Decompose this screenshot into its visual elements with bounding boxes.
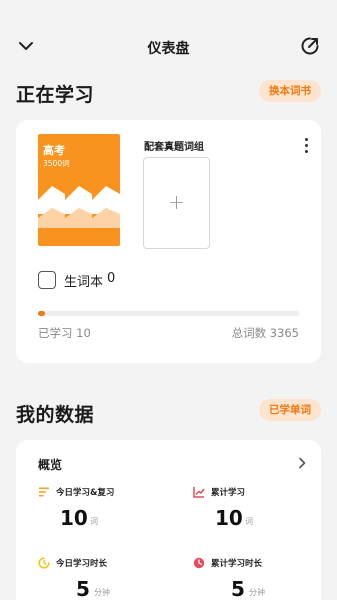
stat-label: 今日学习时长: [56, 559, 108, 569]
share-icon[interactable]: [299, 35, 321, 57]
stat-unit: 词: [90, 517, 98, 526]
stat-value: 10: [60, 506, 88, 530]
stat-value: 5: [76, 577, 90, 600]
study-progress-fill: [38, 311, 45, 316]
clock-icon: [38, 557, 50, 569]
studying-section-title: 正在学习: [16, 84, 95, 106]
stat-unit: 分钟: [249, 588, 265, 597]
combo-title: 配套真题词组: [144, 142, 204, 153]
book-title: 高考: [43, 144, 65, 157]
stat-label: 累计学习时长: [211, 559, 263, 569]
list-icon: [39, 487, 49, 497]
stat-today-study: 今日学习&复习 10 词: [38, 486, 168, 536]
overview-card[interactable]: 概览 今日学习&复习 10 词 累计学习 10 词 今日学习时长 5 分钟 累计…: [16, 440, 321, 600]
stat-total-duration: 累计学习时长 5 分钟: [193, 557, 313, 600]
study-progress-bar: [38, 311, 299, 316]
chevron-right-icon[interactable]: [297, 457, 307, 469]
add-combo-button[interactable]: +: [143, 157, 210, 249]
stat-value: 10: [215, 506, 243, 530]
top-bar: 仪表盘: [0, 30, 337, 64]
overview-title: 概览: [38, 458, 63, 472]
current-book-card: 高考 3500词 配套真题词组 + 生词本 0 已学习 10 总词数 3365: [16, 120, 321, 363]
vocab-book-label[interactable]: 生词本: [64, 271, 103, 290]
learned-words-button[interactable]: 已学单词: [259, 399, 321, 421]
stat-value: 5: [231, 577, 245, 600]
change-book-button[interactable]: 换本词书: [259, 80, 321, 102]
vocab-book-count: 0: [107, 271, 116, 286]
book-cover[interactable]: 高考 3500词: [38, 134, 120, 246]
trend-chart-icon: [193, 487, 205, 498]
stat-unit: 词: [245, 517, 253, 526]
stat-today-duration: 今日学习时长 5 分钟: [38, 557, 168, 600]
stat-label: 累计学习: [211, 488, 246, 498]
total-count: 总词数 3365: [231, 326, 299, 340]
stat-unit: 分钟: [94, 588, 110, 597]
my-data-section-title: 我的数据: [16, 404, 95, 426]
stat-total-study: 累计学习 10 词: [193, 486, 313, 536]
stat-label: 今日学习&复习: [56, 488, 115, 498]
more-vertical-icon[interactable]: [303, 138, 309, 156]
dashboard-page: 仪表盘 正在学习 换本词书 高考 3500词 配套真题词组 + 生词本 0 已学…: [0, 0, 337, 600]
page-title: 仪表盘: [147, 41, 190, 57]
learned-count: 已学习 10: [38, 326, 91, 340]
book-word-count: 3500词: [43, 159, 70, 168]
plus-icon: +: [168, 190, 185, 214]
book-cover-pattern: [38, 186, 120, 246]
timer-icon: [193, 557, 205, 569]
vocab-checkbox[interactable]: [38, 271, 56, 289]
